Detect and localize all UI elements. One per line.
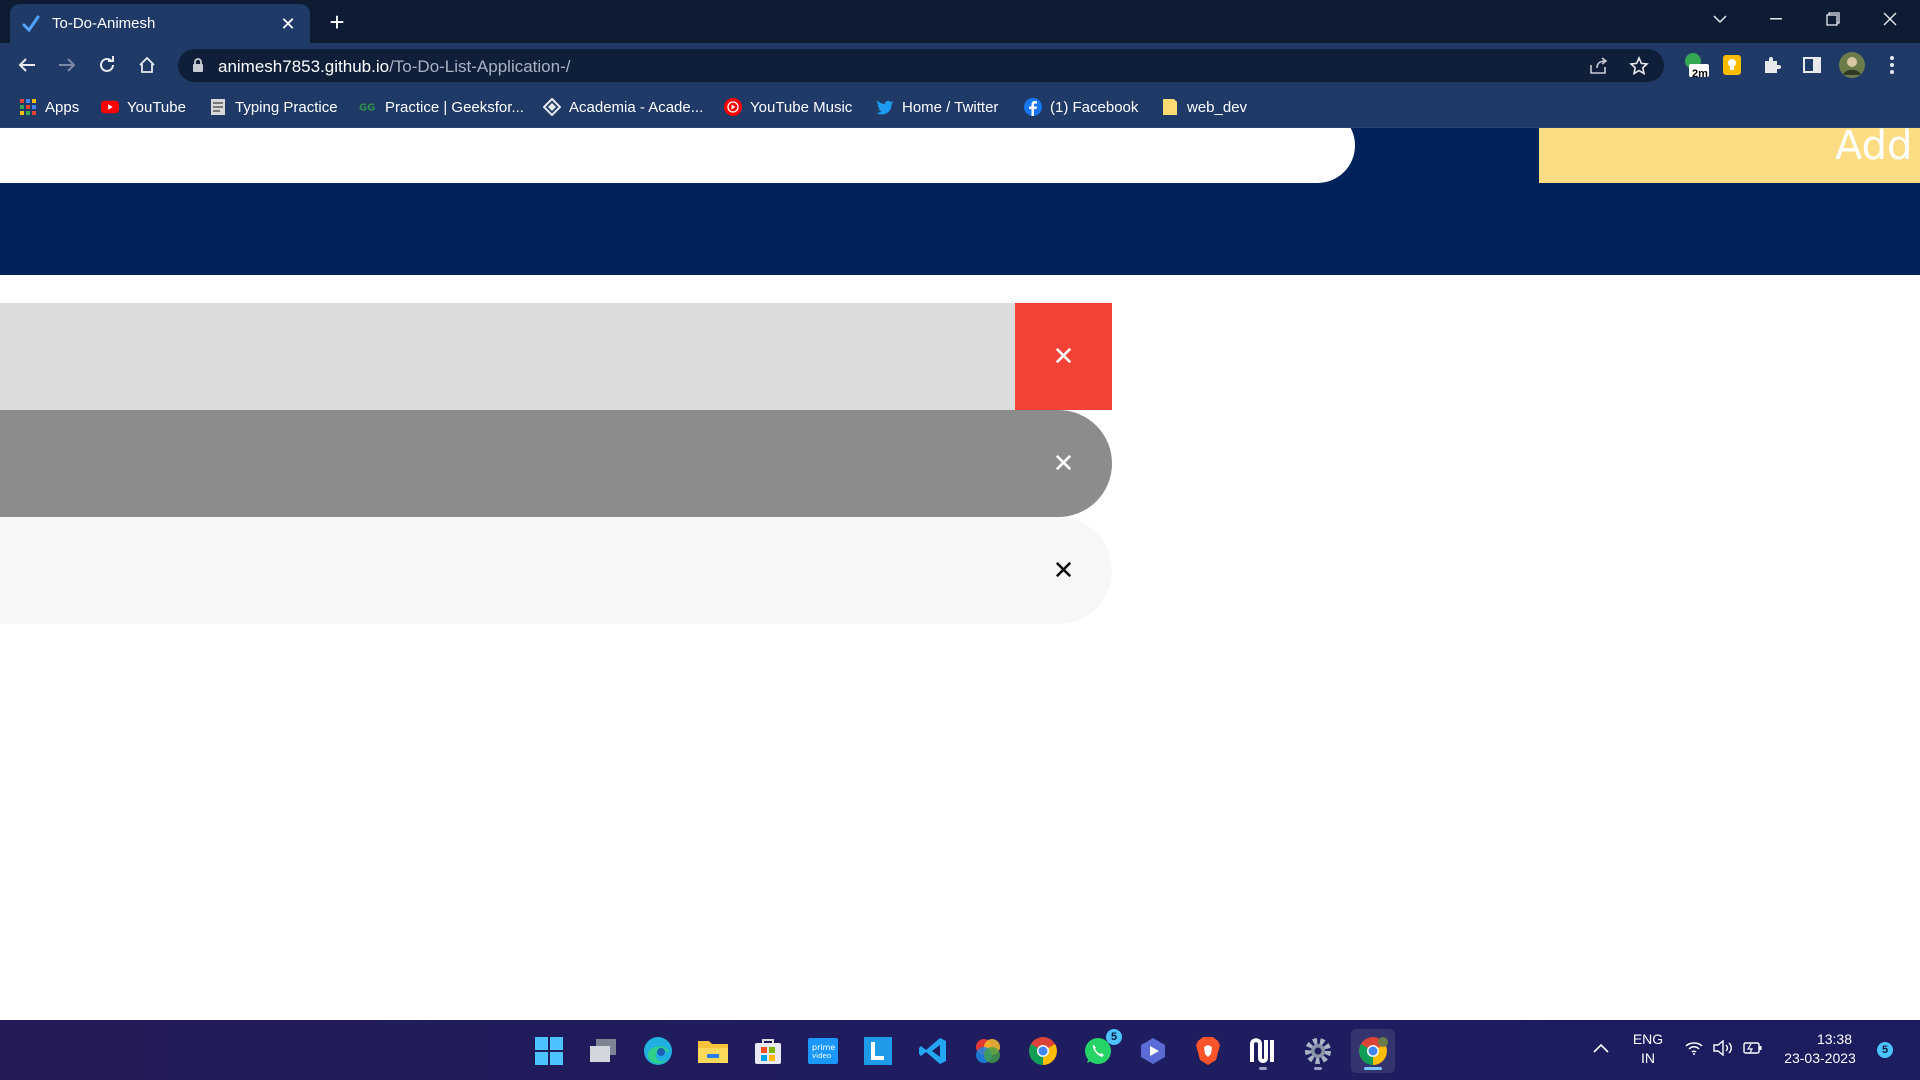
whatsapp-icon[interactable]: 5 xyxy=(1076,1029,1122,1073)
add-button[interactable]: Add xyxy=(1539,128,1920,183)
running-indicator xyxy=(1314,1067,1322,1070)
youtube-music-icon xyxy=(724,98,742,116)
video-editor-icon[interactable] xyxy=(1131,1029,1175,1073)
todo-item: ✕ xyxy=(0,517,1112,624)
bookmark-typing-practice[interactable]: Typing Practice xyxy=(209,96,338,118)
bookmarks-bar: Apps YouTube Typing Practice GG Practice… xyxy=(0,87,1920,128)
todo-item: ✕ xyxy=(0,410,1112,517)
whatsapp-badge: 5 xyxy=(1106,1029,1122,1045)
bookmark-youtube[interactable]: YouTube xyxy=(101,96,186,118)
language-indicator[interactable]: ENG IN xyxy=(1628,1031,1668,1066)
address-bar[interactable]: animesh7853.github.io/To-Do-List-Applica… xyxy=(178,49,1664,82)
bookmark-label: web_dev xyxy=(1187,98,1248,116)
settings-icon[interactable] xyxy=(1296,1029,1340,1073)
keep-extension-icon[interactable] xyxy=(1716,49,1748,81)
delete-todo-button[interactable]: ✕ xyxy=(1015,517,1112,624)
microsoft-store-icon[interactable] xyxy=(746,1029,790,1073)
bookmark-label: YouTube xyxy=(127,98,186,116)
bookmark-label: (1) Facebook xyxy=(1050,98,1139,116)
side-panel-icon[interactable] xyxy=(1796,49,1828,81)
task-view-icon[interactable] xyxy=(581,1029,625,1073)
forward-button[interactable] xyxy=(51,49,83,81)
color-app-icon[interactable] xyxy=(966,1029,1010,1073)
share-icon[interactable] xyxy=(1588,55,1610,77)
bookmark-facebook[interactable]: (1) Facebook xyxy=(1024,96,1138,118)
bookmark-web-dev[interactable]: web_dev xyxy=(1161,96,1247,118)
bookmark-geeksforgeeks[interactable]: GG Practice | Geeksfor... xyxy=(359,96,524,118)
brave-icon[interactable] xyxy=(1186,1029,1230,1073)
bookmark-label: Typing Practice xyxy=(235,98,338,116)
bookmark-youtube-music[interactable]: YouTube Music xyxy=(724,96,852,118)
notification-count-badge[interactable]: 5 xyxy=(1877,1042,1893,1058)
checkmark-favicon-icon xyxy=(22,15,40,33)
folder-icon xyxy=(1161,98,1179,116)
battery-icon[interactable] xyxy=(1743,1041,1763,1060)
apps-grid-icon xyxy=(19,98,37,116)
svg-text:GG: GG xyxy=(359,103,375,113)
volume-icon[interactable] xyxy=(1713,1039,1733,1061)
minimize-button[interactable] xyxy=(1748,0,1804,38)
reload-button[interactable] xyxy=(91,49,123,81)
bookmark-label: Practice | Geeksfor... xyxy=(385,98,524,116)
notion-icon[interactable] xyxy=(1241,1029,1285,1073)
extensions-puzzle-icon[interactable] xyxy=(1756,49,1788,81)
chrome-icon[interactable] xyxy=(1021,1029,1065,1073)
extension-badge: 2m xyxy=(1692,68,1708,80)
svg-text:prime: prime xyxy=(812,1043,835,1052)
new-tab-button[interactable]: + xyxy=(322,8,352,38)
academia-icon xyxy=(543,98,561,116)
bookmark-label: Apps xyxy=(45,98,80,116)
file-explorer-icon[interactable] xyxy=(691,1029,735,1073)
tab-search-icon[interactable] xyxy=(1692,0,1748,38)
restore-button[interactable] xyxy=(1805,0,1861,38)
delete-todo-button[interactable]: ✕ xyxy=(1015,303,1112,410)
back-button[interactable] xyxy=(11,49,43,81)
bookmark-star-icon[interactable] xyxy=(1628,55,1650,77)
close-window-button[interactable] xyxy=(1862,0,1918,38)
todo-item: ✕ xyxy=(0,303,1112,410)
wifi-icon[interactable] xyxy=(1685,1041,1703,1060)
browser-toolbar: animesh7853.github.io/To-Do-List-Applica… xyxy=(0,43,1920,87)
facebook-icon xyxy=(1024,98,1042,116)
lock-icon[interactable] xyxy=(192,58,204,78)
geeksforgeeks-icon: GG xyxy=(359,98,377,116)
profile-avatar[interactable] xyxy=(1836,49,1868,81)
todo-app-page: Add ✕ ✕ ✕ xyxy=(0,128,1920,1020)
running-indicator xyxy=(1259,1067,1267,1070)
running-indicator xyxy=(1364,1067,1382,1070)
youtube-icon xyxy=(101,98,119,116)
twitter-icon xyxy=(876,98,894,116)
tab-close-icon[interactable]: ✕ xyxy=(278,14,298,34)
bookmark-label: YouTube Music xyxy=(750,98,853,116)
bookmark-twitter[interactable]: Home / Twitter xyxy=(876,96,998,118)
clock[interactable]: 13:38 23-03-2023 xyxy=(1780,1031,1860,1066)
tab-title: To-Do-Animesh xyxy=(52,15,156,32)
bookmark-academia[interactable]: Academia - Acade... xyxy=(543,96,703,118)
extension-timer-icon[interactable]: 2m xyxy=(1680,49,1712,81)
task-input[interactable] xyxy=(0,128,1355,183)
vscode-icon[interactable] xyxy=(911,1029,955,1073)
home-button[interactable] xyxy=(131,49,163,81)
browser-tabstrip: To-Do-Animesh ✕ + xyxy=(0,0,1920,43)
windows-taskbar: prime video 5 ENG IN 13:38 23-03-2023 5 xyxy=(0,1020,1920,1080)
bookmark-apps[interactable]: Apps xyxy=(19,96,79,118)
bookmark-label: Academia - Acade... xyxy=(569,98,704,116)
l-app-icon[interactable] xyxy=(856,1029,900,1073)
delete-todo-button[interactable]: ✕ xyxy=(1015,410,1112,517)
show-hidden-icons-icon[interactable] xyxy=(1593,1040,1609,1058)
app-header: Add xyxy=(0,128,1920,275)
page-icon xyxy=(209,98,227,116)
svg-text:video: video xyxy=(812,1052,831,1060)
bookmark-label: Home / Twitter xyxy=(902,98,999,116)
browser-tab[interactable]: To-Do-Animesh ✕ xyxy=(10,4,310,43)
chrome-profile-icon[interactable] xyxy=(1351,1029,1395,1073)
chrome-menu-icon[interactable] xyxy=(1876,49,1908,81)
start-icon[interactable] xyxy=(527,1029,571,1073)
url-text[interactable]: animesh7853.github.io/To-Do-List-Applica… xyxy=(218,57,570,77)
edge-icon[interactable] xyxy=(636,1029,680,1073)
prime-video-icon[interactable]: prime video xyxy=(801,1029,845,1073)
